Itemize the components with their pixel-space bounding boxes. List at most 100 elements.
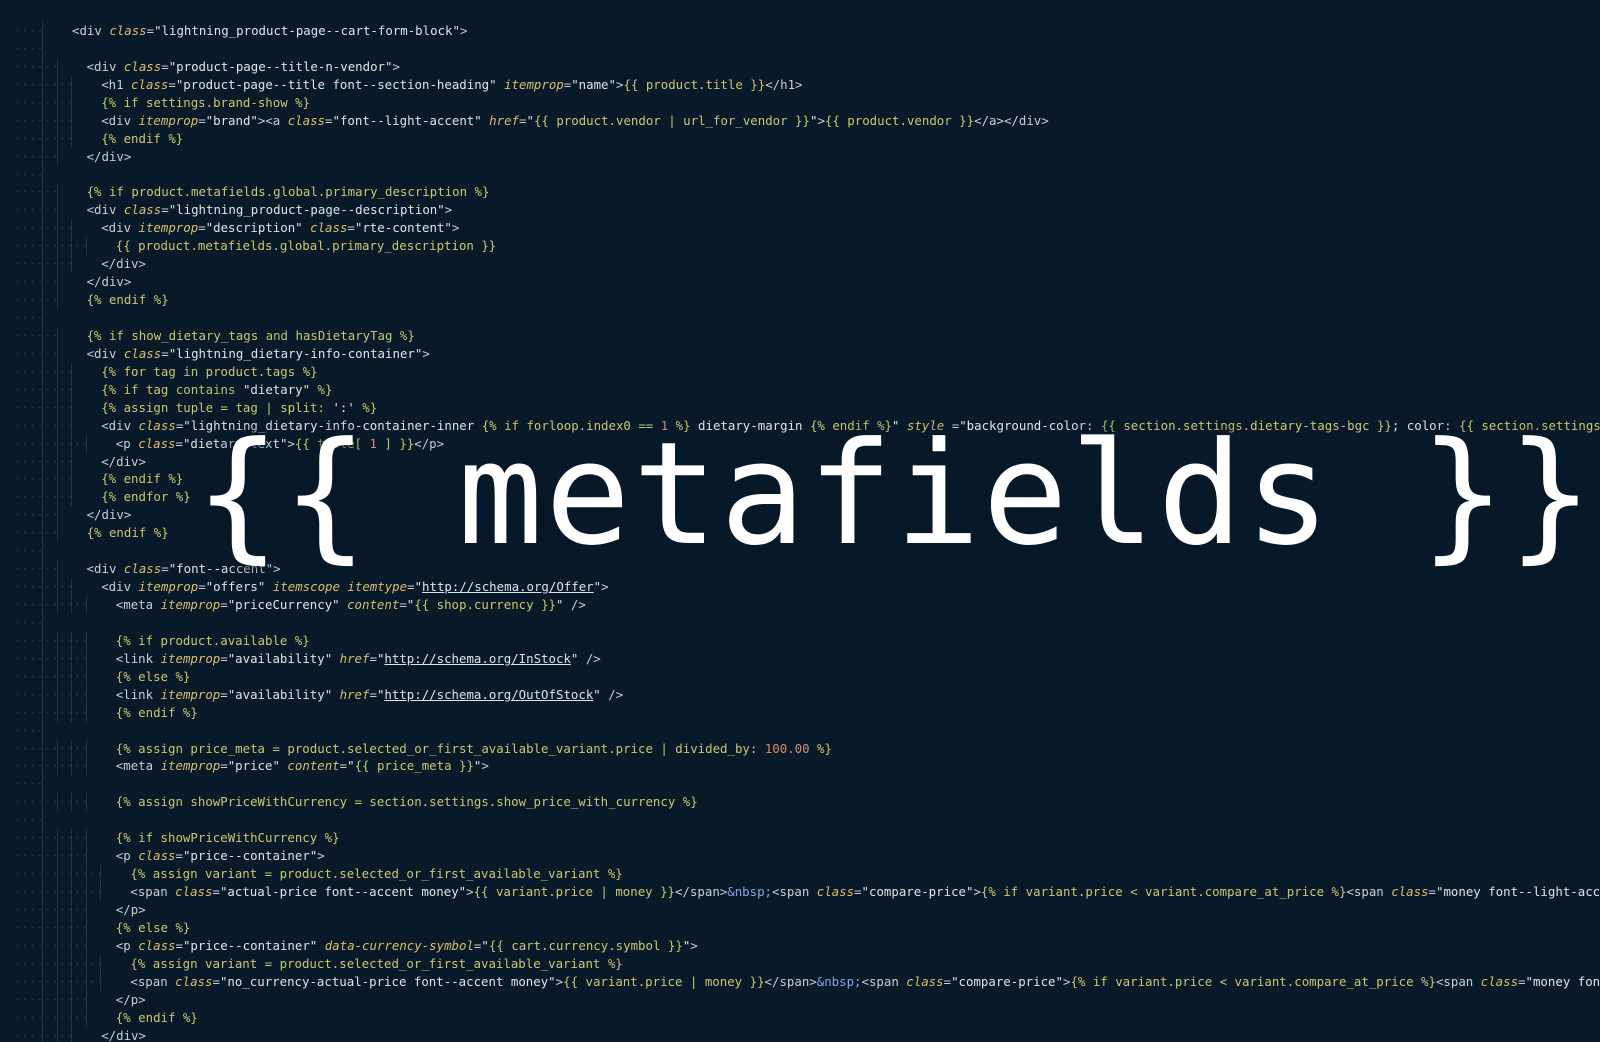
code-line[interactable]: ·········· {% endif %} [0, 703, 1600, 722]
indent-guide [71, 739, 73, 758]
whitespace-dots: ·········· [14, 704, 89, 720]
code-line[interactable]: ·········· <meta itemprop="price" content… [0, 757, 1600, 776]
indent-guide [56, 829, 58, 848]
code-line[interactable]: ···· [0, 811, 1600, 830]
indent-guide [56, 57, 58, 76]
indent-guide [42, 990, 43, 1009]
indent-guide [42, 416, 43, 435]
code-text: <meta itemprop="price" content="{{ price… [115, 758, 489, 774]
whitespace-dots: ········ [14, 579, 74, 595]
code-text: </div> [101, 1027, 146, 1042]
indent-guide [71, 93, 73, 112]
indent-guide [42, 111, 43, 130]
whitespace-dots: ···· [14, 776, 44, 792]
code-line[interactable]: ············ {% assign variant = product.… [0, 865, 1600, 883]
code-line[interactable]: ···· [0, 775, 1600, 794]
code-line[interactable]: ······ {% endif %} [0, 291, 1600, 309]
code-line[interactable]: ·········· {{ product.metafields.global.p… [0, 237, 1600, 256]
code-line[interactable]: ········ {% for tag in product.tags %} [0, 362, 1600, 381]
code-line[interactable]: ·········· {% assign showPriceWithCurrenc… [0, 793, 1600, 812]
code-line[interactable]: ·········· {% if showPriceWithCurrency %} [0, 829, 1600, 848]
indent-guide [56, 93, 58, 112]
whitespace-dots: ········ [14, 76, 74, 92]
code-line[interactable]: ·········· </p> [0, 990, 1600, 1009]
indent-guide [42, 326, 43, 345]
indent-guide [71, 757, 73, 776]
code-line[interactable]: ···· [0, 39, 1600, 58]
code-line[interactable]: ······ {% if product.metafields.global.pr… [0, 183, 1600, 202]
code-line[interactable]: ·········· {% if product.available %} [0, 631, 1600, 650]
indent-guide [56, 757, 58, 776]
indent-guide [85, 739, 87, 758]
indent-guide [56, 237, 58, 256]
code-line[interactable]: ···· [0, 613, 1600, 632]
indent-guide [56, 972, 58, 991]
code-line[interactable]: ············ <span class="no_currency-act… [0, 972, 1600, 991]
code-line[interactable]: ············ <span class="actual-price fo… [0, 883, 1600, 901]
whitespace-dots: ······ [14, 202, 59, 218]
indent-guide [42, 165, 43, 184]
whitespace-dots: ············ [14, 973, 104, 989]
indent-guide [42, 560, 43, 579]
indent-guide [42, 900, 43, 919]
indent-guide [42, 721, 43, 740]
whitespace-dots: ······ [14, 327, 59, 343]
code-editor[interactable]: ···· <div class="lightning_product-page--… [0, 0, 1600, 1042]
code-line[interactable]: ············ {% assign variant = product.… [0, 954, 1600, 973]
code-line[interactable]: ···· <div class="lightning_product-page--… [0, 22, 1600, 40]
code-line[interactable]: ········ <div itemprop="brand"><a class="… [0, 111, 1600, 130]
code-line[interactable]: ·········· </p> [0, 900, 1600, 919]
code-text: {% endif %} [101, 130, 184, 146]
code-line[interactable]: ········ </div> [0, 255, 1600, 274]
indent-guide [56, 883, 58, 901]
whitespace-dots: ···· [14, 23, 44, 38]
code-line[interactable]: ·········· <p class="price--container"> [0, 847, 1600, 866]
indent-guide [85, 757, 87, 776]
code-line[interactable]: ···· [0, 165, 1600, 184]
code-text: {% if settings.brand-show %} [101, 94, 311, 110]
code-line[interactable]: ······ <div class="lightning_dietary-info… [0, 344, 1600, 363]
code-line[interactable]: ·········· {% endif %} [0, 1008, 1600, 1027]
indent-guide [71, 111, 73, 130]
whitespace-dots: ······ [14, 525, 59, 541]
indent-guide [42, 739, 43, 758]
code-line[interactable]: ········ {% if tag contains "dietary" %} [0, 380, 1600, 399]
code-line[interactable]: ·········· {% assign price_meta = product… [0, 739, 1600, 758]
code-line[interactable]: ······ {% if show_dietary_tags and hasDie… [0, 326, 1600, 345]
code-line[interactable]: ······ </div> [0, 147, 1600, 166]
indent-guide [71, 434, 73, 453]
indent-guide [56, 506, 58, 525]
code-line[interactable]: ·········· <link itemprop="availability" … [0, 685, 1600, 704]
code-text: <div class="product-page--title-n-vendor… [86, 58, 400, 74]
whitespace-dots: ······ [14, 345, 59, 361]
code-line[interactable]: ······ <div class="lightning_product-page… [0, 201, 1600, 220]
whitespace-dots: ·········· [14, 686, 89, 702]
code-line[interactable]: ········ {% endif %} [0, 129, 1600, 148]
whitespace-dots: ···· [14, 722, 44, 738]
code-text: <span class="actual-price font--accent m… [130, 884, 1600, 899]
code-line[interactable]: ········ <div itemprop="description" clas… [0, 219, 1600, 238]
code-line[interactable]: ···· [0, 309, 1600, 327]
code-line[interactable]: ········ <h1 class="product-page--title f… [0, 75, 1600, 94]
code-line[interactable]: ·········· <meta itemprop="priceCurrency"… [0, 596, 1600, 614]
indent-guide [71, 793, 73, 812]
code-line[interactable]: ·········· {% else %} [0, 667, 1600, 686]
code-line[interactable]: ······ <div class="product-page--title-n-… [0, 57, 1600, 76]
whitespace-dots: ······ [14, 274, 59, 290]
code-line[interactable]: ·········· <p class="price--container" da… [0, 936, 1600, 955]
code-line[interactable]: ···· [0, 721, 1600, 740]
code-text: <p class="price--container"> [115, 848, 325, 864]
indent-guide [85, 649, 87, 668]
code-line[interactable]: ·········· <link itemprop="availability" … [0, 649, 1600, 668]
indent-guide [85, 685, 87, 704]
indent-guide [56, 147, 58, 166]
whitespace-dots: ·········· [14, 632, 89, 648]
indent-guide [56, 488, 58, 507]
indent-guide [42, 793, 43, 812]
code-line[interactable]: ········ </div> [0, 1026, 1600, 1042]
indent-guide [56, 255, 58, 274]
code-line[interactable]: ········ {% if settings.brand-show %} [0, 93, 1600, 112]
code-line[interactable]: ······ </div> [0, 273, 1600, 292]
code-line[interactable]: ·········· {% else %} [0, 918, 1600, 937]
indent-guide [42, 829, 43, 848]
